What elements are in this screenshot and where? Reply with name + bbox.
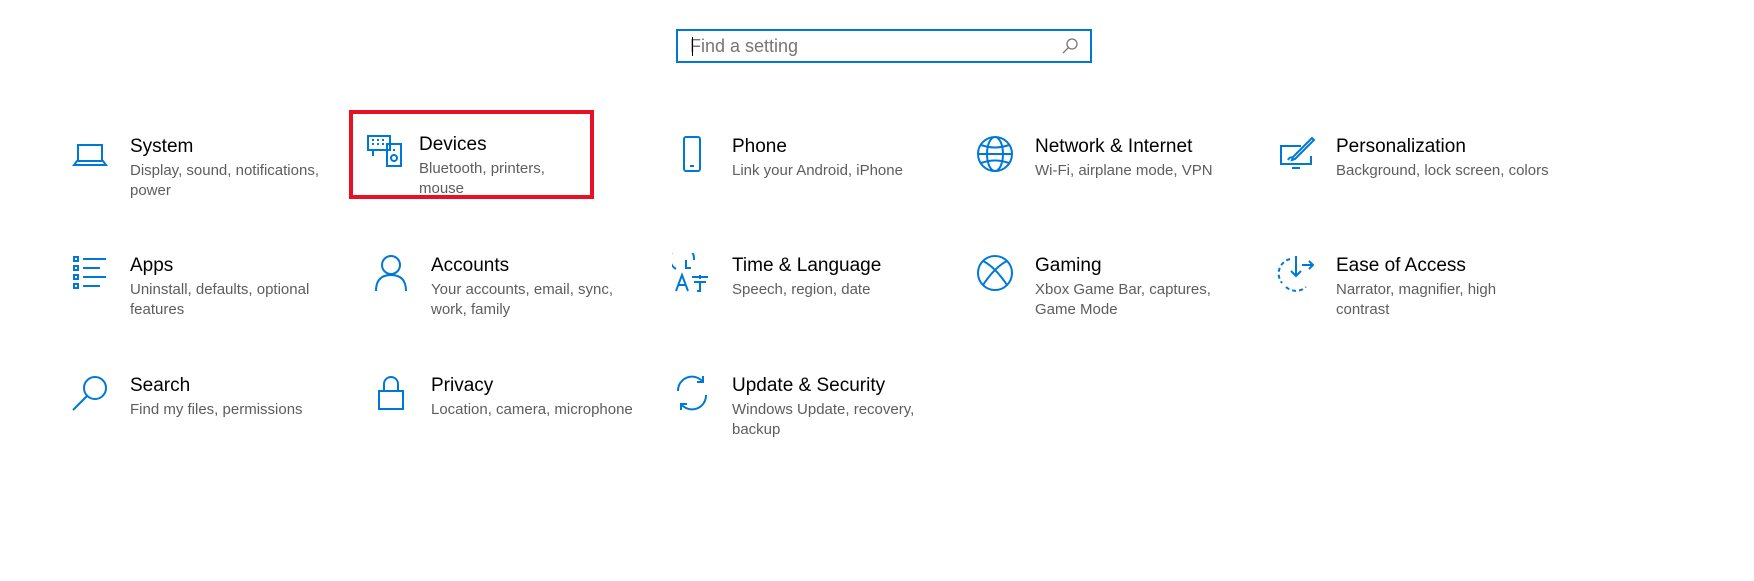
category-title: Personalization <box>1336 136 1466 157</box>
devices-icon <box>363 128 407 172</box>
category-description: Xbox Game Bar, captures, Game Mode <box>1035 281 1211 318</box>
category-description: Uninstall, defaults, optional features <box>130 281 310 318</box>
category-title: Update & Security <box>732 375 886 396</box>
category-phone[interactable]: Phone Link your Android, iPhone <box>650 112 950 202</box>
ease-of-access-icon <box>1274 251 1318 295</box>
category-system[interactable]: System Display, sound, notifications, po… <box>48 112 348 202</box>
category-apps[interactable]: Apps Uninstall, defaults, optional featu… <box>48 231 348 321</box>
category-description: Display, sound, notifications, power <box>130 162 319 199</box>
category-description: Wi-Fi, airplane mode, VPN <box>1035 162 1213 179</box>
category-title: Search <box>130 375 191 396</box>
category-gaming[interactable]: Gaming Xbox Game Bar, captures, Game Mod… <box>953 231 1253 321</box>
text-caret <box>692 37 693 56</box>
category-description: Your accounts, email, sync, work, family <box>431 281 614 318</box>
category-search[interactable]: Search Find my files, permissions <box>48 351 348 441</box>
category-ease-of-access[interactable]: Ease of Access Narrator, magnifier, high… <box>1254 231 1554 321</box>
magnifier-icon <box>68 371 112 415</box>
search-box[interactable] <box>676 29 1092 63</box>
category-description: Speech, region, date <box>732 281 871 298</box>
category-time-language[interactable]: Time & Language Speech, region, date <box>650 231 950 321</box>
category-title: Ease of Access <box>1336 255 1466 276</box>
category-description: Windows Update, recovery, backup <box>732 401 915 438</box>
category-network-internet[interactable]: Network & Internet Wi-Fi, airplane mode,… <box>953 112 1253 202</box>
search-icon[interactable] <box>1060 36 1080 56</box>
category-privacy[interactable]: Privacy Location, camera, microphone <box>349 351 649 441</box>
person-icon <box>369 251 413 295</box>
time-language-icon <box>670 251 714 295</box>
laptop-icon <box>68 132 112 176</box>
category-description: Link your Android, iPhone <box>732 162 903 179</box>
search-input[interactable] <box>678 31 1060 61</box>
phone-icon <box>670 132 714 176</box>
category-update-security[interactable]: Update & Security Windows Update, recove… <box>650 351 950 441</box>
category-personalization[interactable]: Personalization Background, lock screen,… <box>1254 112 1554 202</box>
category-title: Apps <box>130 255 174 276</box>
lock-icon <box>369 371 413 415</box>
globe-icon <box>973 132 1017 176</box>
settings-home: System Display, sound, notifications, po… <box>0 0 1754 581</box>
apps-list-icon <box>68 251 112 295</box>
category-title: Devices <box>419 134 487 155</box>
category-description: Background, lock screen, colors <box>1336 162 1549 179</box>
category-title: System <box>130 136 194 157</box>
personalization-icon <box>1274 132 1318 176</box>
category-title: Time & Language <box>732 255 882 276</box>
category-title: Gaming <box>1035 255 1102 276</box>
category-title: Phone <box>732 136 787 157</box>
category-title: Privacy <box>431 375 494 396</box>
category-title: Accounts <box>431 255 510 276</box>
category-description: Location, camera, microphone <box>431 401 633 418</box>
xbox-icon <box>973 251 1017 295</box>
sync-arrows-icon <box>670 371 714 415</box>
category-description: Narrator, magnifier, high contrast <box>1336 281 1497 318</box>
category-devices[interactable]: Devices Bluetooth, printers, mouse <box>349 110 594 199</box>
category-description: Find my files, permissions <box>130 401 303 418</box>
category-accounts[interactable]: Accounts Your accounts, email, sync, wor… <box>349 231 649 321</box>
category-title: Network & Internet <box>1035 136 1193 157</box>
category-description: Bluetooth, printers, mouse <box>419 160 545 197</box>
